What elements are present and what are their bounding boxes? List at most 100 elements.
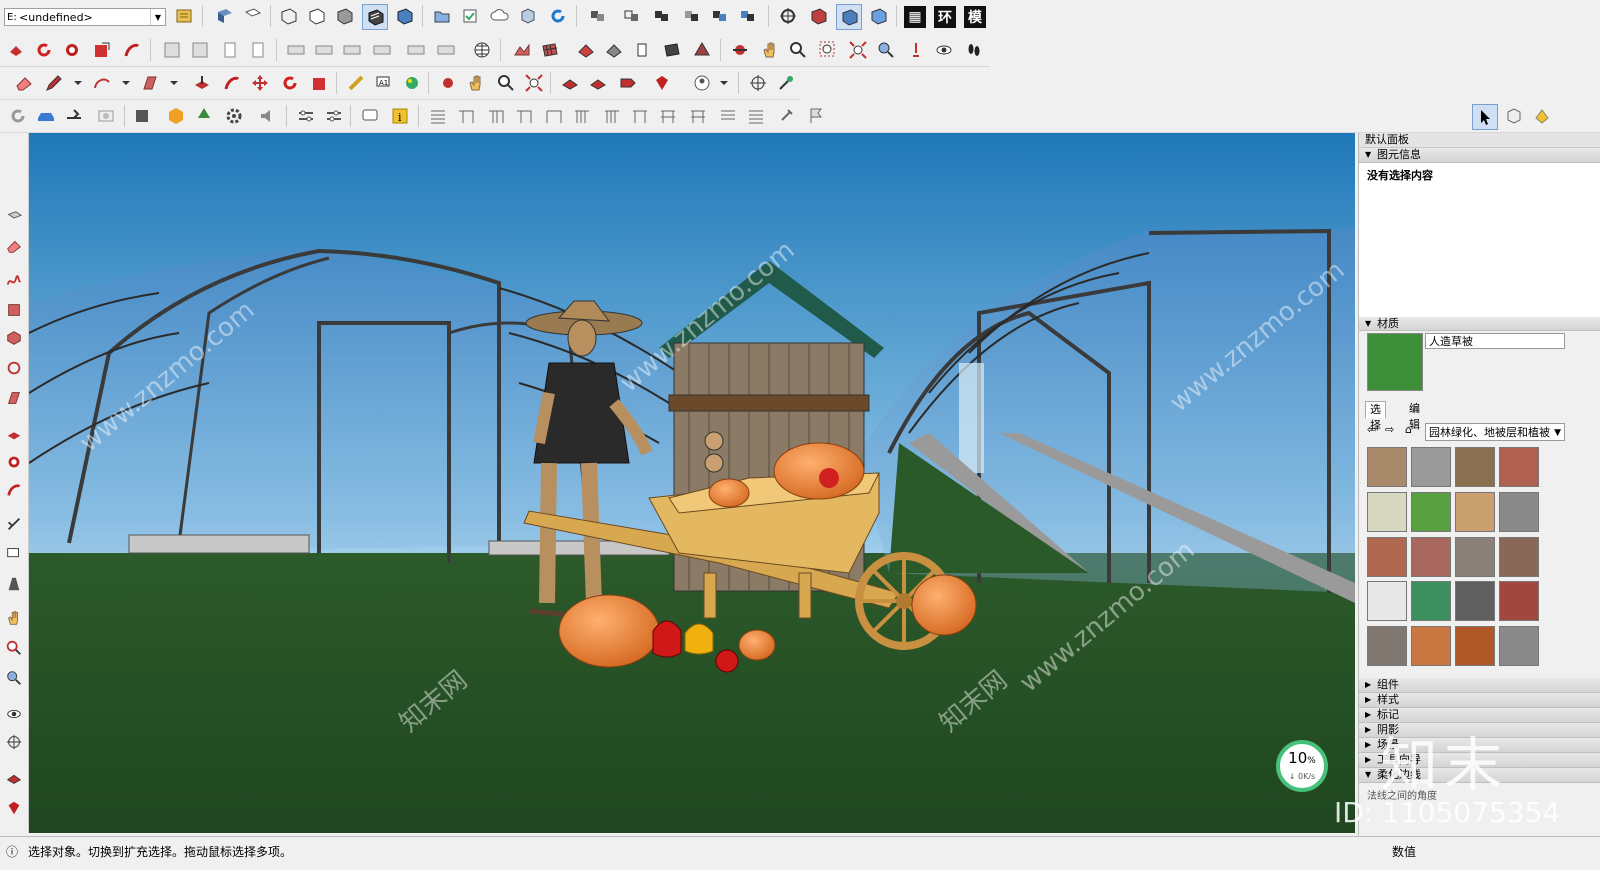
railing-a-icon[interactable] [570, 104, 594, 128]
chevron-down-icon[interactable] [712, 71, 736, 95]
front-view-icon[interactable] [836, 4, 862, 30]
text-label-icon[interactable] [3, 543, 25, 565]
eye-icon[interactable] [3, 703, 25, 725]
railing-g-icon[interactable] [744, 104, 768, 128]
terrain-f-icon[interactable] [690, 38, 714, 62]
paint-tray-icon[interactable] [1530, 104, 1554, 128]
plugin-c-icon[interactable] [218, 38, 242, 62]
xray-style-icon[interactable] [276, 4, 300, 28]
intersect-icon[interactable] [708, 4, 732, 28]
plugin-h-icon[interactable] [370, 38, 394, 62]
terrain-e-icon[interactable] [660, 38, 684, 62]
rectangle-icon[interactable] [138, 71, 162, 95]
material-swatch[interactable] [1367, 536, 1407, 577]
offset-icon[interactable] [120, 38, 144, 62]
sandbox-c-icon[interactable] [616, 71, 640, 95]
camera-move-icon[interactable] [62, 104, 86, 128]
scale-icon[interactable] [90, 38, 114, 62]
material-swatch[interactable] [1499, 626, 1539, 667]
plugin-d-icon[interactable] [246, 38, 270, 62]
chevron-down-icon[interactable] [114, 71, 138, 95]
zoom-tool-icon[interactable] [494, 71, 518, 95]
info-icon[interactable]: i [388, 104, 412, 128]
push-pull-icon[interactable] [190, 71, 214, 95]
previous-view-icon[interactable] [874, 38, 898, 62]
speaker-icon[interactable] [256, 104, 280, 128]
material-swatch[interactable] [1455, 581, 1495, 622]
current-material-swatch[interactable] [1367, 333, 1423, 391]
orbit-icon[interactable] [776, 4, 800, 28]
rect-tool-icon[interactable] [3, 299, 25, 321]
back-view-icon[interactable] [806, 4, 830, 28]
section-plane-icon[interactable] [620, 4, 644, 28]
plugin-b-icon[interactable] [188, 38, 212, 62]
material-swatch[interactable] [1367, 581, 1407, 622]
terrain-a-icon[interactable] [510, 38, 534, 62]
tree-plugin-icon[interactable] [192, 104, 216, 128]
material-swatch[interactable] [1411, 626, 1451, 667]
sliders-icon[interactable] [294, 104, 318, 128]
previous-tool-icon[interactable] [3, 667, 25, 689]
sliders-alt-icon[interactable] [322, 104, 346, 128]
terrain-grid-icon[interactable] [538, 38, 562, 62]
zoom-extents-icon[interactable] [846, 38, 870, 62]
monochrome-style-icon[interactable] [392, 4, 416, 28]
followme-icon[interactable] [60, 38, 84, 62]
stair-a-icon[interactable] [426, 104, 450, 128]
model-viewport[interactable]: www.znzmo.com www.znzmo.com www.znzmo.co… [29, 133, 1355, 833]
shadow-icon[interactable] [130, 104, 154, 128]
orbit-red-icon[interactable] [728, 38, 752, 62]
rotate-icon[interactable] [278, 71, 302, 95]
material-swatch[interactable] [1499, 581, 1539, 622]
material-name-field[interactable]: 人造草被 [1425, 333, 1565, 349]
material-swatch[interactable] [1411, 536, 1451, 577]
pin-icon[interactable] [774, 104, 798, 128]
zoom-ext-tool-icon[interactable] [522, 71, 546, 95]
paint-icon[interactable] [400, 71, 424, 95]
layer-manager-icon[interactable] [172, 4, 196, 28]
dimension-icon[interactable] [774, 71, 798, 95]
look-around-icon[interactable] [932, 38, 956, 62]
iso-view-icon[interactable] [212, 4, 236, 28]
material-swatch[interactable] [1455, 491, 1495, 532]
plugin-grid-button[interactable]: ▦ [904, 6, 926, 28]
stair-b-icon[interactable] [454, 104, 478, 128]
chat-icon[interactable] [358, 104, 382, 128]
stair-e-icon[interactable] [542, 104, 566, 128]
hand-tool-icon[interactable] [3, 607, 25, 629]
zoom-window-icon[interactable] [816, 38, 840, 62]
layer-dropdown[interactable]: E: <undefined> ▼ [4, 8, 166, 26]
textured-style-icon[interactable] [362, 4, 388, 30]
pencil-icon[interactable] [42, 71, 66, 95]
group-icon[interactable] [650, 4, 674, 28]
sandbox-a-icon[interactable] [558, 71, 582, 95]
stair-c-icon[interactable] [484, 104, 508, 128]
material-swatch[interactable] [1367, 626, 1407, 667]
forward-arrow-icon[interactable]: ⇨ [1385, 423, 1394, 436]
followme-tool-icon[interactable] [3, 451, 25, 473]
select-arrow-icon[interactable] [1472, 104, 1498, 130]
section-tool-icon[interactable] [3, 573, 25, 595]
union-icon[interactable] [736, 4, 760, 28]
cloud-upload-icon[interactable] [488, 4, 512, 28]
library-dropdown[interactable]: 园林绿化、地被层和植被 ▼ [1425, 423, 1565, 441]
extension-icon[interactable] [516, 4, 540, 28]
status-info-icon[interactable]: ⓘ [6, 843, 18, 860]
refresh-gray-icon[interactable] [6, 104, 30, 128]
materials-header[interactable]: ▼ 材质 [1359, 317, 1600, 331]
tab-select[interactable]: 选择 [1365, 401, 1386, 432]
gear-icon[interactable] [222, 104, 246, 128]
back-arrow-icon[interactable]: ⇦ [1367, 423, 1376, 436]
globe-icon[interactable] [470, 38, 494, 62]
plugin-f-icon[interactable] [312, 38, 336, 62]
material-swatch[interactable] [1455, 626, 1495, 667]
move-icon[interactable] [248, 71, 272, 95]
scale-tool-icon[interactable] [308, 71, 332, 95]
components-icon[interactable] [586, 4, 610, 28]
terrain-d-icon[interactable] [630, 38, 654, 62]
components-tray-icon[interactable] [1502, 104, 1526, 128]
user-account-icon[interactable] [690, 71, 714, 95]
orbit-tool-icon[interactable] [436, 71, 460, 95]
text-tool-icon[interactable]: A1 [372, 71, 396, 95]
car-icon[interactable] [34, 104, 58, 128]
